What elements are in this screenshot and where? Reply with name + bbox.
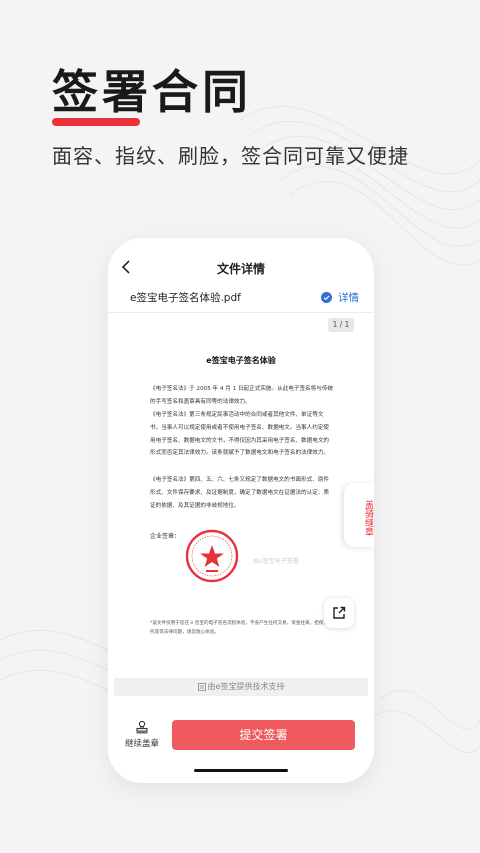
- phone-mockup: 文件详情 e签宝电子签名体验.pdf 详情 1 / 1 e签宝电子签名体验 《电…: [108, 238, 374, 783]
- continue-stamp-label: 继续盖章: [124, 739, 159, 749]
- page-indicator: 1 / 1: [328, 318, 354, 332]
- promo-subtitle: 面容、指纹、刷脸，签合同可靠又便捷: [52, 144, 409, 168]
- detail-link[interactable]: 详情: [338, 290, 359, 305]
- document-paragraph: 《电子签名法》于 2005 年 4 月 1 日起正式实施。从此电子签名将与传统的…: [150, 386, 334, 405]
- signature-label: 企业签章：: [150, 533, 181, 540]
- signature-watermark: 由e签宝电子签署: [253, 558, 299, 565]
- powered-by-text: 由e签宝提供技术支持: [207, 682, 285, 691]
- powered-by-bar: 由e签宝提供技术支持: [114, 678, 368, 696]
- company-seal-stamp[interactable]: [184, 528, 240, 584]
- document-disclaimer: *该文件仅用于您在 e 签宝的电子签名流程体验，不会产生任何交易，资金往来，担保…: [150, 621, 333, 635]
- nav-bar: 文件详情: [108, 256, 374, 282]
- verified-check-icon: [321, 292, 332, 303]
- submit-sign-button[interactable]: 提交签署: [172, 720, 355, 750]
- document-title: e签宝电子签名体验: [206, 356, 276, 365]
- share-button[interactable]: [324, 598, 354, 628]
- document-paragraph: 《电子签名法》第四、五、六、七条又规定了数据电文的书面形式、原件形式、文件保存要…: [150, 477, 330, 509]
- external-share-icon: [333, 606, 346, 619]
- file-info-row: e签宝电子签名体验.pdf 详情: [108, 288, 374, 308]
- stamp-icon: [136, 720, 148, 734]
- headline-accent-underline: [52, 118, 140, 126]
- continue-stamp-button[interactable]: 继续盖章: [122, 720, 162, 749]
- home-indicator: [194, 769, 288, 772]
- perforation-seal-tab[interactable]: 盖骑缝章: [344, 483, 374, 547]
- document-icon: [197, 682, 206, 691]
- divider: [108, 312, 374, 313]
- bottom-action-bar: 继续盖章 提交签署: [108, 708, 374, 768]
- file-name: e签宝电子签名体验.pdf: [130, 292, 241, 304]
- promo-headline: 签署合同: [52, 65, 252, 119]
- page-title: 文件详情: [216, 262, 265, 276]
- document-paragraph: 《电子签名法》第三条规定民事活动中的合同或者其他文件、单证等文书，当事人可以规定…: [150, 412, 330, 457]
